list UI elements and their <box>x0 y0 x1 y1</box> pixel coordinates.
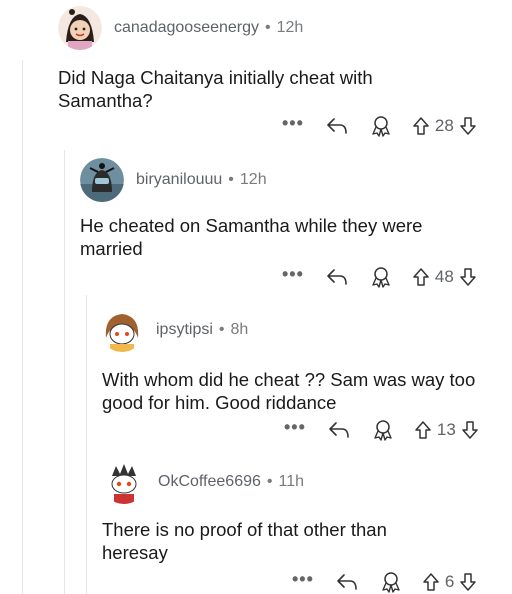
comment-meta: biryanilouuu • 12h <box>136 171 267 189</box>
upvote-arrow-icon[interactable] <box>412 267 430 287</box>
downvote-arrow-icon[interactable] <box>459 572 477 592</box>
avatar[interactable] <box>102 460 146 504</box>
reply-arrow-icon[interactable] <box>328 420 350 440</box>
reply-arrow-icon[interactable] <box>326 116 348 136</box>
vote-score: 6 <box>444 572 455 591</box>
award-ribbon-icon[interactable] <box>380 571 402 593</box>
more-options-icon[interactable]: ••• <box>282 114 304 134</box>
comment-actions: ••• 28 <box>282 114 477 138</box>
thread-line-1[interactable] <box>22 60 23 594</box>
vote-score: 28 <box>434 116 454 135</box>
avatar[interactable] <box>100 308 144 352</box>
comment-text: He cheated on Samantha while they were m… <box>80 215 423 259</box>
more-options-icon[interactable]: ••• <box>284 418 306 438</box>
comment-actions: ••• 13 <box>284 418 479 442</box>
reply-arrow-icon[interactable] <box>326 267 348 287</box>
downvote-arrow-icon[interactable] <box>459 267 477 287</box>
comment-meta: canadagooseenergy • 12h <box>114 19 303 37</box>
comment-actions: ••• 6 <box>292 570 477 594</box>
comment-actions: ••• 48 <box>282 265 477 289</box>
meta-separator: • <box>265 19 271 36</box>
username[interactable]: ipsytipsi <box>156 321 213 338</box>
comment-header: canadagooseenergy • 12h <box>58 6 303 50</box>
timestamp: 8h <box>230 321 249 338</box>
meta-separator: • <box>228 171 234 188</box>
more-options-icon[interactable]: ••• <box>292 570 314 590</box>
more-options-icon[interactable]: ••• <box>282 265 304 285</box>
thread-line-2[interactable] <box>64 150 65 594</box>
meta-separator: • <box>266 473 273 490</box>
upvote-arrow-icon[interactable] <box>412 116 430 136</box>
comment-meta: OkCoffee6696 • 11h <box>158 473 304 491</box>
username[interactable]: canadagooseenergy <box>114 19 259 36</box>
downvote-arrow-icon[interactable] <box>461 420 479 440</box>
award-ribbon-icon[interactable] <box>370 266 392 288</box>
award-ribbon-icon[interactable] <box>370 115 392 137</box>
downvote-arrow-icon[interactable] <box>459 116 477 136</box>
comment-header: biryanilouuu • 12h <box>80 158 267 202</box>
timestamp: 11h <box>278 473 305 490</box>
comment-meta: ipsytipsi • 8h <box>156 321 248 339</box>
timestamp: 12h <box>276 19 304 36</box>
award-ribbon-icon[interactable] <box>372 419 394 441</box>
meta-separator: • <box>218 321 225 338</box>
vote-score: 13 <box>436 420 456 439</box>
reply-arrow-icon[interactable] <box>336 572 358 592</box>
comment-header: ipsytipsi • 8h <box>100 308 248 352</box>
comment-text: Did Naga Chaitanya initially cheat with … <box>58 67 373 111</box>
comment-header: OkCoffee6696 • 11h <box>102 460 304 504</box>
avatar[interactable] <box>80 158 124 202</box>
username[interactable]: biryanilouuu <box>136 171 222 188</box>
upvote-arrow-icon[interactable] <box>422 572 440 592</box>
avatar[interactable] <box>58 6 102 50</box>
vote-score: 48 <box>434 267 454 286</box>
comment-text: With whom did he cheat ?? Sam was way to… <box>102 369 476 413</box>
comment-text: There is no proof of that other than her… <box>102 519 387 563</box>
thread-line-3[interactable] <box>86 295 87 594</box>
username[interactable]: OkCoffee6696 <box>158 473 261 490</box>
timestamp: 12h <box>239 171 267 188</box>
upvote-arrow-icon[interactable] <box>414 420 432 440</box>
